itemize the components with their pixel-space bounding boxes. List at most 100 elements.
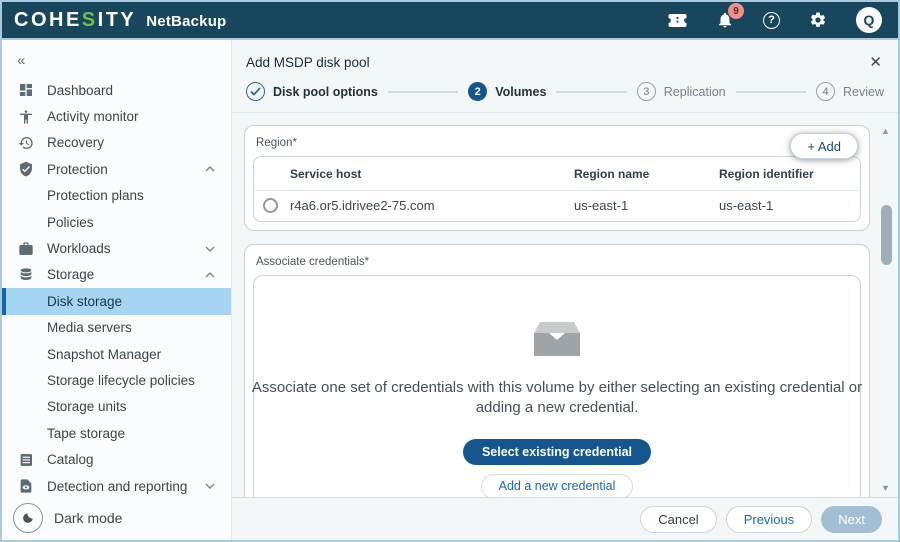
- required-asterisk: *: [292, 137, 296, 149]
- sidebar-item-dashboard[interactable]: Dashboard: [2, 77, 231, 103]
- topbar: COHESITY NetBackup 9 ? Q: [2, 2, 898, 40]
- column-service-host: Service host: [290, 167, 574, 181]
- sidebar-item-protection-plans[interactable]: Protection plans: [2, 183, 231, 209]
- step-number: 3: [637, 82, 656, 101]
- previous-button[interactable]: Previous: [726, 506, 813, 533]
- notifications-bell-icon[interactable]: 9: [716, 11, 734, 29]
- scroll-up-arrow-icon[interactable]: ▲: [881, 127, 890, 136]
- column-region-name: Region name: [574, 167, 719, 181]
- sidebar-item-disk-storage[interactable]: Disk storage: [2, 288, 231, 314]
- sidebar-item-label: Protection: [47, 162, 108, 177]
- sidebar-item-label: Snapshot Manager: [47, 347, 161, 362]
- next-button[interactable]: Next: [821, 506, 882, 533]
- sidebar-item-storage[interactable]: Storage: [2, 262, 231, 288]
- credentials-message: Associate one set of credentials with th…: [249, 378, 865, 419]
- sidebar-item-tape-storage[interactable]: Tape storage: [2, 420, 231, 446]
- notification-badge: 9: [728, 3, 744, 19]
- add-region-button[interactable]: + Add: [790, 133, 858, 159]
- region-section: Region* + Add Service host Region name R…: [244, 125, 870, 231]
- sidebar: « Dashboard Activity monitor Recovery Pr…: [2, 40, 232, 540]
- sidebar-item-detection-and-reporting[interactable]: Detection and reporting: [2, 473, 231, 499]
- cell-region-name: us-east-1: [574, 198, 719, 213]
- moon-icon: [13, 503, 43, 533]
- sidebar-item-label: Tape storage: [47, 426, 125, 441]
- sidebar-item-storage-units[interactable]: Storage units: [2, 394, 231, 420]
- sidebar-item-storage-lifecycle-policies[interactable]: Storage lifecycle policies: [2, 367, 231, 393]
- sidebar-collapse-icon[interactable]: «: [17, 52, 25, 69]
- sidebar-item-catalog[interactable]: Catalog: [2, 446, 231, 472]
- sidebar-item-label: Policies: [47, 215, 94, 230]
- sidebar-item-workloads[interactable]: Workloads: [2, 235, 231, 261]
- cohesity-logo: COHESITY: [14, 9, 136, 32]
- sidebar-item-label: Protection plans: [47, 188, 144, 203]
- document-eye-icon: [17, 478, 34, 494]
- history-clock-icon: [17, 135, 34, 151]
- sidebar-item-label: Catalog: [47, 452, 94, 467]
- add-new-credential-button[interactable]: Add a new credential: [481, 474, 634, 498]
- dashboard-icon: [17, 82, 34, 98]
- sidebar-item-label: Workloads: [47, 241, 111, 256]
- chevron-up-icon: [205, 272, 215, 278]
- close-icon[interactable]: ✕: [869, 53, 882, 71]
- step-disk-pool-options[interactable]: Disk pool options: [246, 82, 378, 101]
- cell-region-identifier: us-east-1: [719, 198, 860, 213]
- step-connector: [736, 91, 806, 93]
- database-icon: [17, 267, 34, 283]
- app-window: COHESITY NetBackup 9 ? Q «: [0, 0, 900, 542]
- step-number: 2: [468, 82, 487, 101]
- sidebar-item-label: Dashboard: [47, 83, 113, 98]
- dialog-header: Add MSDP disk pool ✕: [232, 40, 898, 73]
- sidebar-item-label: Recovery: [47, 135, 104, 150]
- sidebar-item-label: Storage: [47, 267, 94, 282]
- shield-check-icon: [17, 161, 34, 177]
- sidebar-item-policies[interactable]: Policies: [2, 209, 231, 235]
- brand-accent-letter: S: [82, 9, 98, 31]
- cancel-button[interactable]: Cancel: [640, 506, 716, 533]
- radio-button[interactable]: [263, 198, 278, 213]
- step-review[interactable]: 4 Review: [816, 82, 884, 101]
- page-title: Add MSDP disk pool: [246, 55, 370, 70]
- scroll-down-arrow-icon[interactable]: ▼: [881, 484, 890, 493]
- main-panel: Add MSDP disk pool ✕ Disk pool options 2…: [232, 40, 898, 540]
- wizard-content: Region* + Add Service host Region name R…: [232, 113, 898, 497]
- cell-service-host: r4a6.or5.idrivee2-75.com: [290, 198, 574, 213]
- topbar-actions: 9 ? Q: [668, 7, 882, 33]
- table-row[interactable]: r4a6.or5.idrivee2-75.com us-east-1 us-ea…: [254, 190, 860, 221]
- person-icon: [17, 109, 34, 125]
- step-connector: [556, 91, 626, 93]
- column-region-identifier: Region identifier: [719, 167, 860, 181]
- dark-mode-label: Dark mode: [54, 510, 122, 526]
- sidebar-item-activity-monitor[interactable]: Activity monitor: [2, 103, 231, 129]
- credentials-empty-state: Associate one set of credentials with th…: [253, 275, 861, 497]
- sidebar-item-label: Storage units: [47, 399, 127, 414]
- chevron-down-icon: [205, 483, 215, 489]
- scrollbar[interactable]: ▲ ▼: [880, 127, 893, 493]
- product-name: NetBackup: [146, 13, 226, 30]
- settings-gear-icon[interactable]: [809, 11, 827, 29]
- sidebar-item-label: Storage lifecycle policies: [47, 373, 195, 388]
- scrollbar-thumb[interactable]: [881, 205, 892, 265]
- sidebar-item-media-servers[interactable]: Media servers: [2, 315, 231, 341]
- dark-mode-toggle[interactable]: Dark mode: [13, 503, 122, 533]
- sidebar-item-label: Media servers: [47, 320, 132, 335]
- chevron-up-icon: [205, 166, 215, 172]
- sidebar-item-label: Activity monitor: [47, 109, 139, 124]
- select-existing-credential-button[interactable]: Select existing credential: [463, 439, 651, 465]
- brand-text: COHE: [14, 9, 82, 31]
- chevron-down-icon: [205, 246, 215, 252]
- required-asterisk: *: [365, 256, 369, 268]
- wizard-stepper: Disk pool options 2 Volumes 3 Replicatio…: [232, 73, 898, 113]
- user-avatar[interactable]: Q: [856, 7, 882, 33]
- step-replication[interactable]: 3 Replication: [637, 82, 726, 101]
- sidebar-item-label: Detection and reporting: [47, 479, 187, 494]
- sidebar-item-protection[interactable]: Protection: [2, 156, 231, 182]
- credentials-label: Associate credentials*: [256, 256, 861, 268]
- help-icon[interactable]: ?: [763, 12, 780, 29]
- step-connector: [388, 91, 458, 93]
- book-icon: [17, 452, 34, 468]
- sidebar-item-recovery[interactable]: Recovery: [2, 130, 231, 156]
- sidebar-item-snapshot-manager[interactable]: Snapshot Manager: [2, 341, 231, 367]
- step-volumes[interactable]: 2 Volumes: [468, 82, 546, 101]
- ticket-icon[interactable]: [668, 13, 687, 28]
- briefcase-icon: [17, 241, 34, 257]
